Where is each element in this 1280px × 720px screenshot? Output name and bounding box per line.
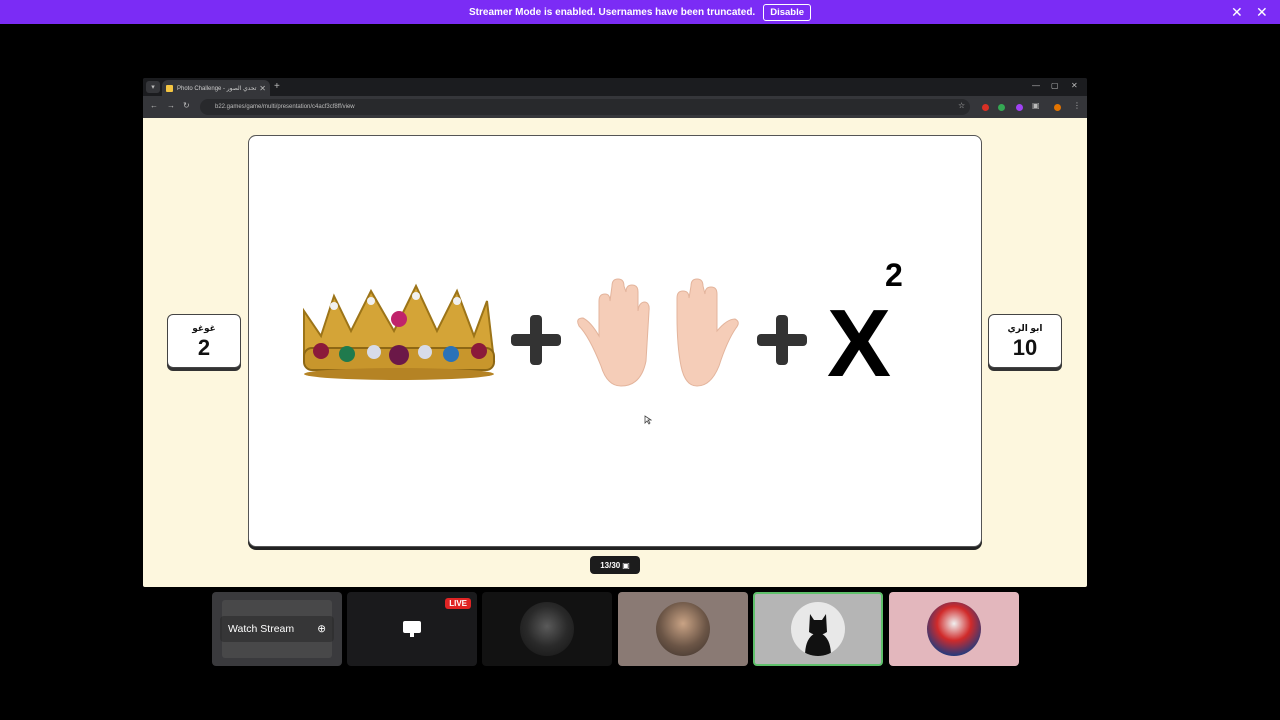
streamer-mode-message: Streamer Mode is enabled. Usernames have… (468, 6, 756, 18)
close-icon[interactable]: ✕ (1256, 4, 1268, 20)
extensions-puzzle-icon[interactable]: ▣ (1032, 101, 1040, 110)
participant-tile-5-speaking[interactable] (753, 592, 883, 666)
watch-stream-icon: ⊕ (317, 623, 326, 635)
participant-tile-3[interactable] (482, 592, 612, 666)
left-player-name: غوغو (192, 323, 216, 333)
right-player-name: ابو الري (1007, 323, 1043, 333)
batman-avatar-icon (805, 614, 831, 656)
watch-stream-label: Watch Stream (228, 623, 295, 635)
watch-stream-button[interactable]: Watch Stream ⊕ (220, 616, 334, 642)
back-icon[interactable]: ← (150, 101, 158, 110)
tab-close-icon[interactable]: ✕ (259, 84, 266, 93)
plus-sign-icon (511, 315, 561, 365)
mouse-cursor-icon (644, 415, 652, 425)
avatar (520, 602, 574, 656)
browser-menu-icon[interactable]: ⋮ (1073, 101, 1081, 110)
extension-green-icon[interactable] (998, 104, 1005, 111)
minimize-icon[interactable]: — (1032, 81, 1040, 90)
avatar (791, 602, 845, 656)
new-tab-icon[interactable]: + (274, 81, 280, 92)
participant-tile-6[interactable] (889, 592, 1019, 666)
extension-purple-icon[interactable] (1016, 104, 1023, 111)
window-close-icon[interactable]: ✕ (1071, 81, 1078, 90)
plus-sign-icon-2 (757, 315, 807, 365)
favicon-icon (166, 84, 173, 92)
streamer-mode-banner: Streamer Mode is enabled. Usernames have… (0, 0, 1280, 24)
participant-tile-stream[interactable]: Watch Stream ⊕ (212, 592, 342, 666)
image-icon: ▣ (622, 560, 630, 570)
reload-icon[interactable]: ↻ (183, 101, 190, 110)
game-page: غوغو 2 ابو الري 10 X 2 13/30 ▣ (143, 118, 1087, 587)
puzzle-card: X 2 (248, 135, 982, 547)
letter-x: X (827, 290, 891, 397)
shared-browser-window: ▾ Photo Challenge - تحدي الصور ✕ + — ▢ ✕… (143, 78, 1087, 587)
browser-tab[interactable]: Photo Challenge - تحدي الصور ✕ (162, 80, 270, 96)
avatar (927, 602, 981, 656)
puzzle-image: X 2 (303, 257, 903, 397)
question-counter-text: 13/30 (600, 560, 621, 570)
left-player-score-card: غوغو 2 (167, 314, 241, 368)
address-bar: ← → ↻ b22.games/game/multi/presentation/… (143, 96, 1087, 118)
close-banner-icon[interactable]: ✕ (1231, 4, 1243, 20)
tab-bar: ▾ Photo Challenge - تحدي الصور ✕ + — ▢ ✕ (143, 78, 1087, 96)
maximize-icon[interactable]: ▢ (1051, 81, 1059, 90)
crown-image (303, 283, 496, 380)
avatar (656, 602, 710, 656)
tab-title: Photo Challenge - تحدي الصور (177, 85, 257, 92)
hands-image (577, 278, 739, 387)
url-field[interactable]: b22.games/game/multi/presentation/c4acf3… (200, 99, 970, 115)
participant-tile-live[interactable]: LIVE (347, 592, 477, 666)
right-player-score: 10 (1012, 335, 1038, 360)
disable-streamer-mode-button[interactable]: Disable (763, 3, 811, 21)
bookmark-star-icon[interactable]: ☆ (958, 101, 965, 110)
question-counter: 13/30 ▣ (590, 556, 640, 574)
right-player-score-card: ابو الري 10 (988, 314, 1062, 368)
tab-search-icon[interactable]: ▾ (146, 81, 160, 93)
left-player-score: 2 (197, 335, 211, 360)
extension-red-icon[interactable] (982, 104, 989, 111)
forward-icon[interactable]: → (167, 101, 175, 110)
screen-share-icon (403, 621, 421, 637)
superscript-number: 2 (885, 257, 903, 293)
live-badge: LIVE (445, 598, 471, 609)
profile-icon[interactable] (1054, 104, 1061, 111)
participant-tile-4[interactable] (618, 592, 748, 666)
